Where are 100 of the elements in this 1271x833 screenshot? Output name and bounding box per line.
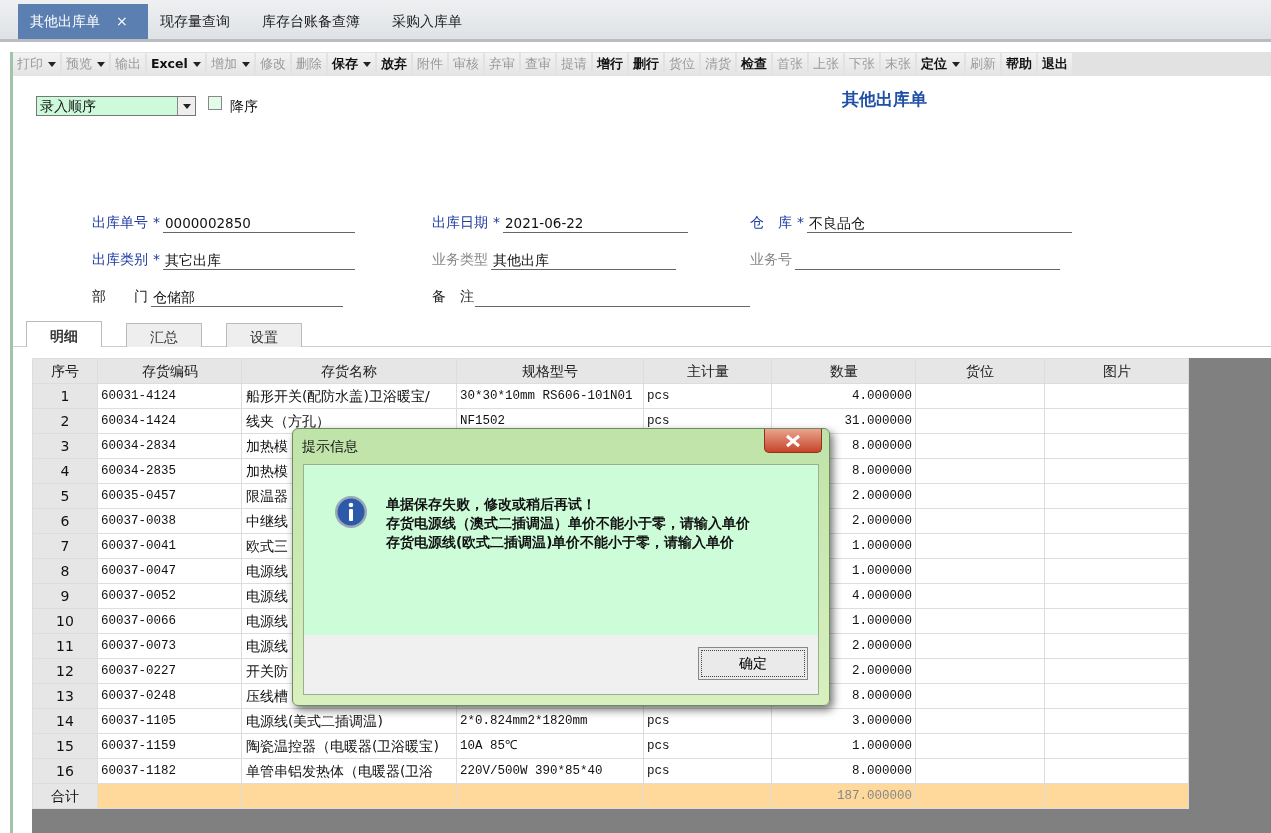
table-cell: 60037-1105 bbox=[101, 713, 176, 728]
caret-icon bbox=[182, 103, 191, 109]
table-cell: 2.000000 bbox=[852, 488, 912, 503]
table-cell: 8.000000 bbox=[852, 463, 912, 478]
sort-dropdown[interactable]: 录入顺序 bbox=[36, 96, 196, 116]
table-cell: 60037-1182 bbox=[101, 763, 176, 778]
input-field[interactable]: 2021-06-22 bbox=[503, 213, 688, 233]
total-label: 合计 bbox=[51, 787, 79, 804]
table-cell: 1.000000 bbox=[852, 563, 912, 578]
input-field[interactable]: 不良品仓 bbox=[807, 213, 1072, 233]
field-label: 出库类别 bbox=[92, 250, 148, 269]
field-label: 业务号 bbox=[750, 250, 792, 269]
table-cell: 2.000000 bbox=[852, 663, 912, 678]
table-cell: pcs bbox=[647, 713, 670, 728]
tab[interactable]: 汇总 bbox=[126, 323, 202, 347]
tab[interactable]: 库存台账备查簿 bbox=[250, 4, 380, 39]
input-field[interactable]: 其它出库 bbox=[163, 250, 355, 270]
table-cell: 8.000000 bbox=[852, 763, 912, 778]
toolbar-button[interactable]: 退出 bbox=[1037, 53, 1072, 75]
column-header[interactable]: 货位 bbox=[915, 358, 1045, 384]
table-cell: 中继线 bbox=[246, 512, 288, 529]
field-label: 部 门 bbox=[92, 287, 148, 306]
tab[interactable]: 其他出库单 × bbox=[18, 4, 148, 39]
row-number: 12 bbox=[56, 662, 74, 679]
table-cell: 4.000000 bbox=[852, 588, 912, 603]
table-cell: pcs bbox=[647, 738, 670, 753]
row-number: 5 bbox=[60, 487, 70, 504]
table-cell: 31.000000 bbox=[844, 413, 912, 428]
table-cell: 60037-1159 bbox=[101, 738, 176, 753]
close-icon[interactable]: × bbox=[116, 11, 128, 32]
column-header[interactable]: 序号 bbox=[32, 358, 98, 384]
table-cell: 电源线 bbox=[246, 562, 288, 579]
input-field[interactable]: 仓储部 bbox=[151, 287, 343, 307]
row-number: 15 bbox=[56, 737, 74, 754]
required-mark: * bbox=[153, 213, 160, 232]
toolbar-button[interactable]: 帮助 bbox=[1001, 53, 1036, 75]
toolbar-button[interactable]: 检查 bbox=[736, 53, 771, 75]
close-icon bbox=[784, 433, 802, 448]
column-header[interactable]: 存货编码 bbox=[97, 358, 242, 384]
table-cell: 1.000000 bbox=[852, 613, 912, 628]
table-cell: 1.000000 bbox=[852, 738, 912, 753]
table-cell: 船形开关(配防水盖)卫浴暖宝/ bbox=[246, 387, 430, 404]
table-cell: 60037-0066 bbox=[101, 613, 176, 628]
column-header[interactable]: 图片 bbox=[1044, 358, 1189, 384]
toolbar-button[interactable]: 删行 bbox=[628, 53, 663, 75]
tab[interactable]: 明细 bbox=[26, 321, 102, 347]
table-cell: 60031-4124 bbox=[101, 388, 176, 403]
tab[interactable]: 现存量查询 bbox=[148, 4, 250, 39]
input-field[interactable]: 0000002850 bbox=[163, 213, 355, 233]
toolbar-button[interactable]: 增行 bbox=[592, 53, 627, 75]
row-number: 9 bbox=[60, 587, 70, 604]
row-number: 16 bbox=[56, 762, 74, 779]
table-cell: pcs bbox=[647, 388, 670, 403]
row-number: 3 bbox=[60, 437, 70, 454]
table-cell: 8.000000 bbox=[852, 438, 912, 453]
field-label: 备 注 bbox=[432, 287, 474, 306]
tab[interactable]: 采购入库单 bbox=[380, 4, 482, 39]
message-text: 存货电源线（澳式二插调温）单价不能小于零，请输入单价 bbox=[386, 514, 750, 533]
table-cell: 2.000000 bbox=[852, 513, 912, 528]
field-label: 仓 库 bbox=[750, 213, 792, 232]
table-cell: 加热模 bbox=[246, 462, 288, 479]
column-header[interactable]: 存货名称 bbox=[241, 358, 457, 384]
table-cell: 开关防 bbox=[246, 662, 288, 679]
table-cell: 60037-0047 bbox=[101, 563, 176, 578]
toolbar-button[interactable]: 放弃 bbox=[376, 53, 411, 75]
table-cell: pcs bbox=[647, 763, 670, 778]
total-value: 187.000000 bbox=[837, 788, 912, 803]
checkbox-label: 降序 bbox=[230, 97, 258, 116]
close-button[interactable] bbox=[764, 429, 822, 453]
toolbar-button[interactable]: 保存 bbox=[327, 53, 375, 75]
table-cell: 2.000000 bbox=[852, 638, 912, 653]
table-cell: 电源线 bbox=[246, 612, 288, 629]
row-number: 4 bbox=[60, 462, 70, 479]
row-number: 13 bbox=[56, 687, 74, 704]
column-header[interactable]: 主计量 bbox=[643, 358, 772, 384]
row-number: 11 bbox=[56, 637, 74, 654]
required-mark: * bbox=[797, 213, 804, 232]
toolbar-button[interactable]: 定位 bbox=[916, 53, 964, 75]
table-cell: 8.000000 bbox=[852, 688, 912, 703]
table-cell: 30*30*10mm RS606-101N01 bbox=[460, 388, 633, 403]
table-cell: 限温器 bbox=[246, 487, 288, 504]
table-cell: 线夹（方孔） bbox=[246, 412, 330, 429]
field-label: 出库日期 bbox=[432, 213, 488, 232]
table-cell: 60037-0052 bbox=[101, 588, 176, 603]
column-header[interactable]: 数量 bbox=[771, 358, 916, 384]
table-cell: 欧式三 bbox=[246, 537, 288, 554]
table-cell: 单管串铝发热体（电暖器(卫浴 bbox=[246, 762, 434, 779]
document-title: 其他出库单 bbox=[842, 88, 927, 111]
ok-button[interactable]: 确定 bbox=[698, 647, 808, 680]
checkbox[interactable] bbox=[208, 96, 222, 110]
tab[interactable]: 设置 bbox=[226, 323, 302, 347]
required-mark: * bbox=[153, 250, 160, 269]
table-cell: 加热模 bbox=[246, 437, 288, 454]
column-header[interactable]: 规格型号 bbox=[456, 358, 644, 384]
table-cell: 10A 85℃ bbox=[460, 738, 517, 753]
table-cell: 电源线(美式二插调温) bbox=[246, 712, 383, 729]
row-number: 14 bbox=[56, 712, 74, 729]
toolbar-button[interactable]: Excel bbox=[147, 53, 205, 75]
table-cell: 60034-1424 bbox=[101, 413, 176, 428]
table-cell: 2*0.824mm2*1820mm bbox=[460, 713, 588, 728]
